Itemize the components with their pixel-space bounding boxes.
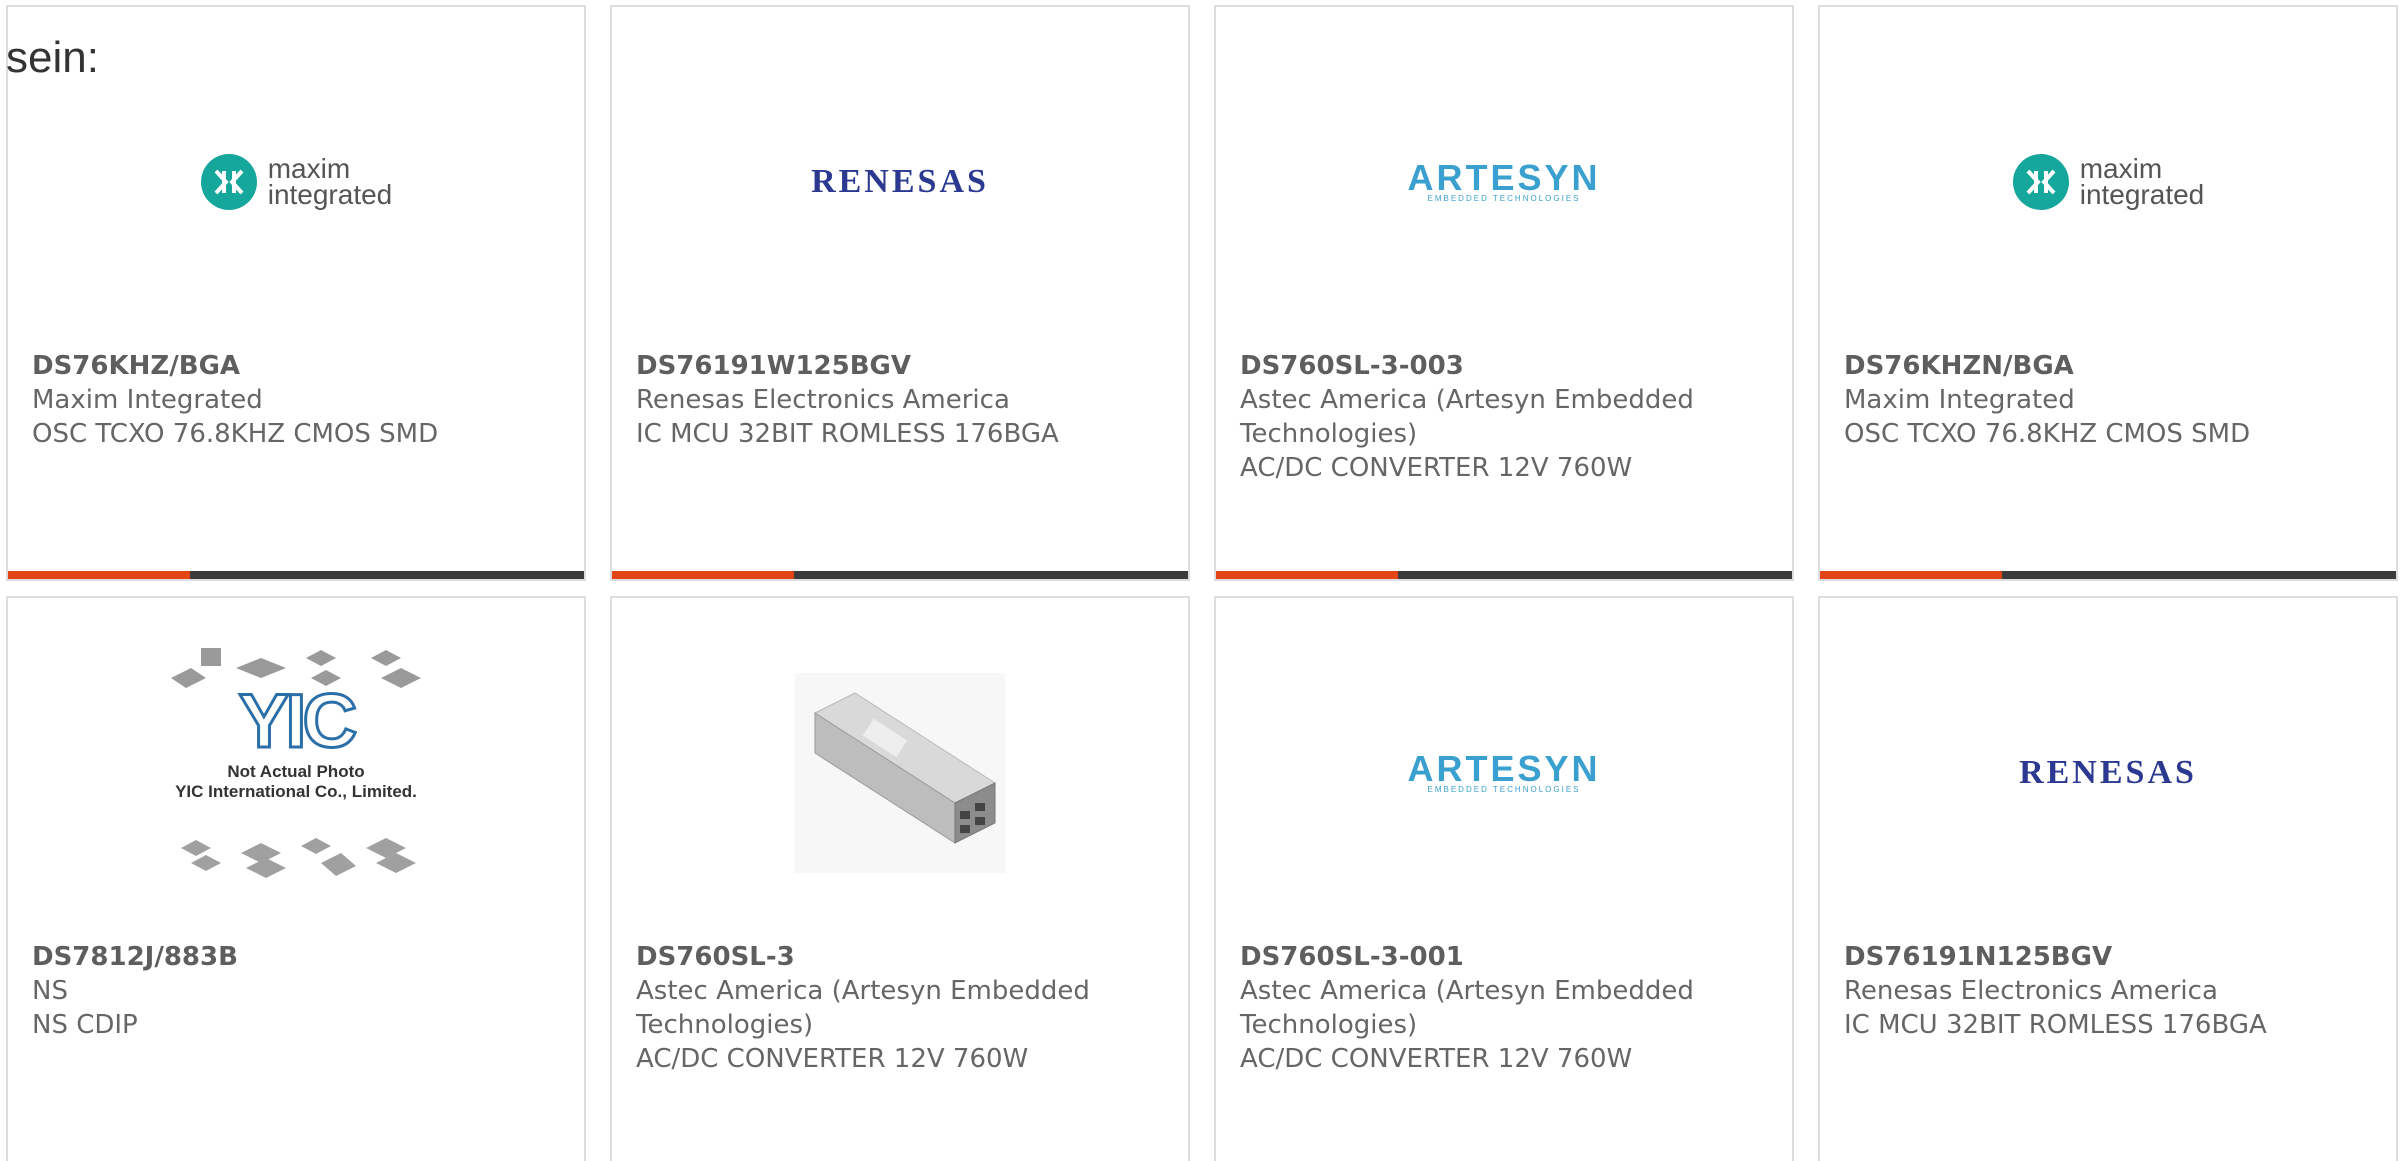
part-number[interactable]: DS76KHZN/BGA [1844,349,2380,383]
logo-line: integrated [267,179,393,210]
yic-logo: YIC [237,679,359,764]
product-card[interactable]: ARTESYN EMBEDDED TECHNOLOGIES DS760SL-3-… [1214,596,1794,1161]
part-description: OSC TCXO 76.8KHZ CMOS SMD [32,419,439,449]
part-description: OSC TCXO 76.8KHZ CMOS SMD [1844,419,2251,449]
part-description: AC/DC CONVERTER 12V 760W [1240,453,1633,483]
product-card[interactable]: DS760SL-3 Astec America (Artesyn Embedde… [610,596,1190,1161]
product-card[interactable]: maxim integrated DS76KHZ/BGA Maxim Integ… [6,5,586,581]
maxim-integrated-logo: maxim integrated [200,153,393,211]
manufacturer-name: Astec America (Artesyn Embedded Technolo… [1240,976,1694,1040]
part-description: IC MCU 32BIT ROMLESS 176BGA [1844,1010,2267,1040]
intro-text: sein: [6,33,99,82]
power-supply-photo [795,673,1005,873]
card-text: DS760SL-3 Astec America (Artesyn Embedde… [636,940,1172,1076]
manufacturer-logo: ARTESYN EMBEDDED TECHNOLOGIES [1216,628,1792,918]
product-image: YIC Not Actual Photo YIC International C… [8,628,584,918]
product-image [612,628,1188,918]
renesas-logo: RENESAS [2019,754,2197,791]
product-card[interactable]: YIC Not Actual Photo YIC International C… [6,596,586,1161]
product-card[interactable]: RENESAS DS76191W125BGV Renesas Electroni… [610,5,1190,581]
part-number[interactable]: DS76191W125BGV [636,349,1172,383]
product-page: sein: maxim integrated DS76KHZ/BGA Maxim… [0,0,2400,1161]
part-number[interactable]: DS76KHZ/BGA [32,349,568,383]
card-text: DS760SL-3-001 Astec America (Artesyn Emb… [1240,940,1776,1076]
logo-line: ARTESYN [1407,747,1601,789]
part-description: IC MCU 32BIT ROMLESS 176BGA [636,419,1059,449]
part-number[interactable]: DS760SL-3-001 [1240,940,1776,974]
card-bottom-bar [1216,571,1792,579]
part-number[interactable]: DS760SL-3-003 [1240,349,1776,383]
product-card[interactable]: maxim integrated DS76KHZN/BGA Maxim Inte… [1818,5,2398,581]
card-text: DS760SL-3-003 Astec America (Artesyn Emb… [1240,349,1776,485]
product-card[interactable]: ARTESYN EMBEDDED TECHNOLOGIES DS760SL-3-… [1214,5,1794,581]
manufacturer-name: NS [32,976,68,1006]
manufacturer-name: Astec America (Artesyn Embedded Technolo… [636,976,1090,1040]
artesyn-logo: ARTESYN EMBEDDED TECHNOLOGIES [1407,747,1601,794]
part-description: AC/DC CONVERTER 12V 760W [1240,1044,1633,1074]
manufacturer-name: Maxim Integrated [32,385,263,415]
card-bottom-bar [8,571,584,579]
part-number[interactable]: DS760SL-3 [636,940,1172,974]
logo-line: integrated [2079,179,2205,210]
maxim-icon [2012,154,2069,210]
card-text: DS76KHZ/BGA Maxim Integrated OSC TCXO 76… [32,349,568,451]
manufacturer-name: Astec America (Artesyn Embedded Technolo… [1240,385,1694,449]
manufacturer-logo: RENESAS [1820,628,2396,918]
renesas-logo: RENESAS [811,163,989,200]
part-number[interactable]: DS76191N125BGV [1844,940,2380,974]
artesyn-logo: ARTESYN EMBEDDED TECHNOLOGIES [1407,156,1601,203]
manufacturer-name: Renesas Electronics America [1844,976,2218,1006]
manufacturer-name: Renesas Electronics America [636,385,1010,415]
logo-line: EMBEDDED TECHNOLOGIES [1427,193,1581,203]
part-number[interactable]: DS7812J/883B [32,940,568,974]
manufacturer-logo: ARTESYN EMBEDDED TECHNOLOGIES [1216,37,1792,327]
card-text: DS76191N125BGV Renesas Electronics Ameri… [1844,940,2380,1042]
card-text: DS76KHZN/BGA Maxim Integrated OSC TCXO 7… [1844,349,2380,451]
manufacturer-name: Maxim Integrated [1844,385,2075,415]
maxim-icon [200,154,257,210]
card-bottom-bar [612,571,1188,579]
placeholder-caption: Not Actual Photo [227,762,365,781]
part-description: NS CDIP [32,1010,138,1040]
card-bottom-bar [1820,571,2396,579]
manufacturer-logo: RENESAS [612,37,1188,327]
card-text: DS76191W125BGV Renesas Electronics Ameri… [636,349,1172,451]
manufacturer-logo: maxim integrated [1820,37,2396,327]
placeholder-company: YIC International Co., Limited. [175,782,417,801]
logo-line: EMBEDDED TECHNOLOGIES [1427,784,1581,794]
part-description: AC/DC CONVERTER 12V 760W [636,1044,1029,1074]
product-card[interactable]: RENESAS DS76191N125BGV Renesas Electroni… [1818,596,2398,1161]
product-grid: maxim integrated DS76KHZ/BGA Maxim Integ… [6,5,2398,1161]
card-text: DS7812J/883B NS NS CDIP [32,940,568,1042]
maxim-integrated-logo: maxim integrated [2012,153,2205,211]
logo-line: ARTESYN [1407,156,1601,198]
